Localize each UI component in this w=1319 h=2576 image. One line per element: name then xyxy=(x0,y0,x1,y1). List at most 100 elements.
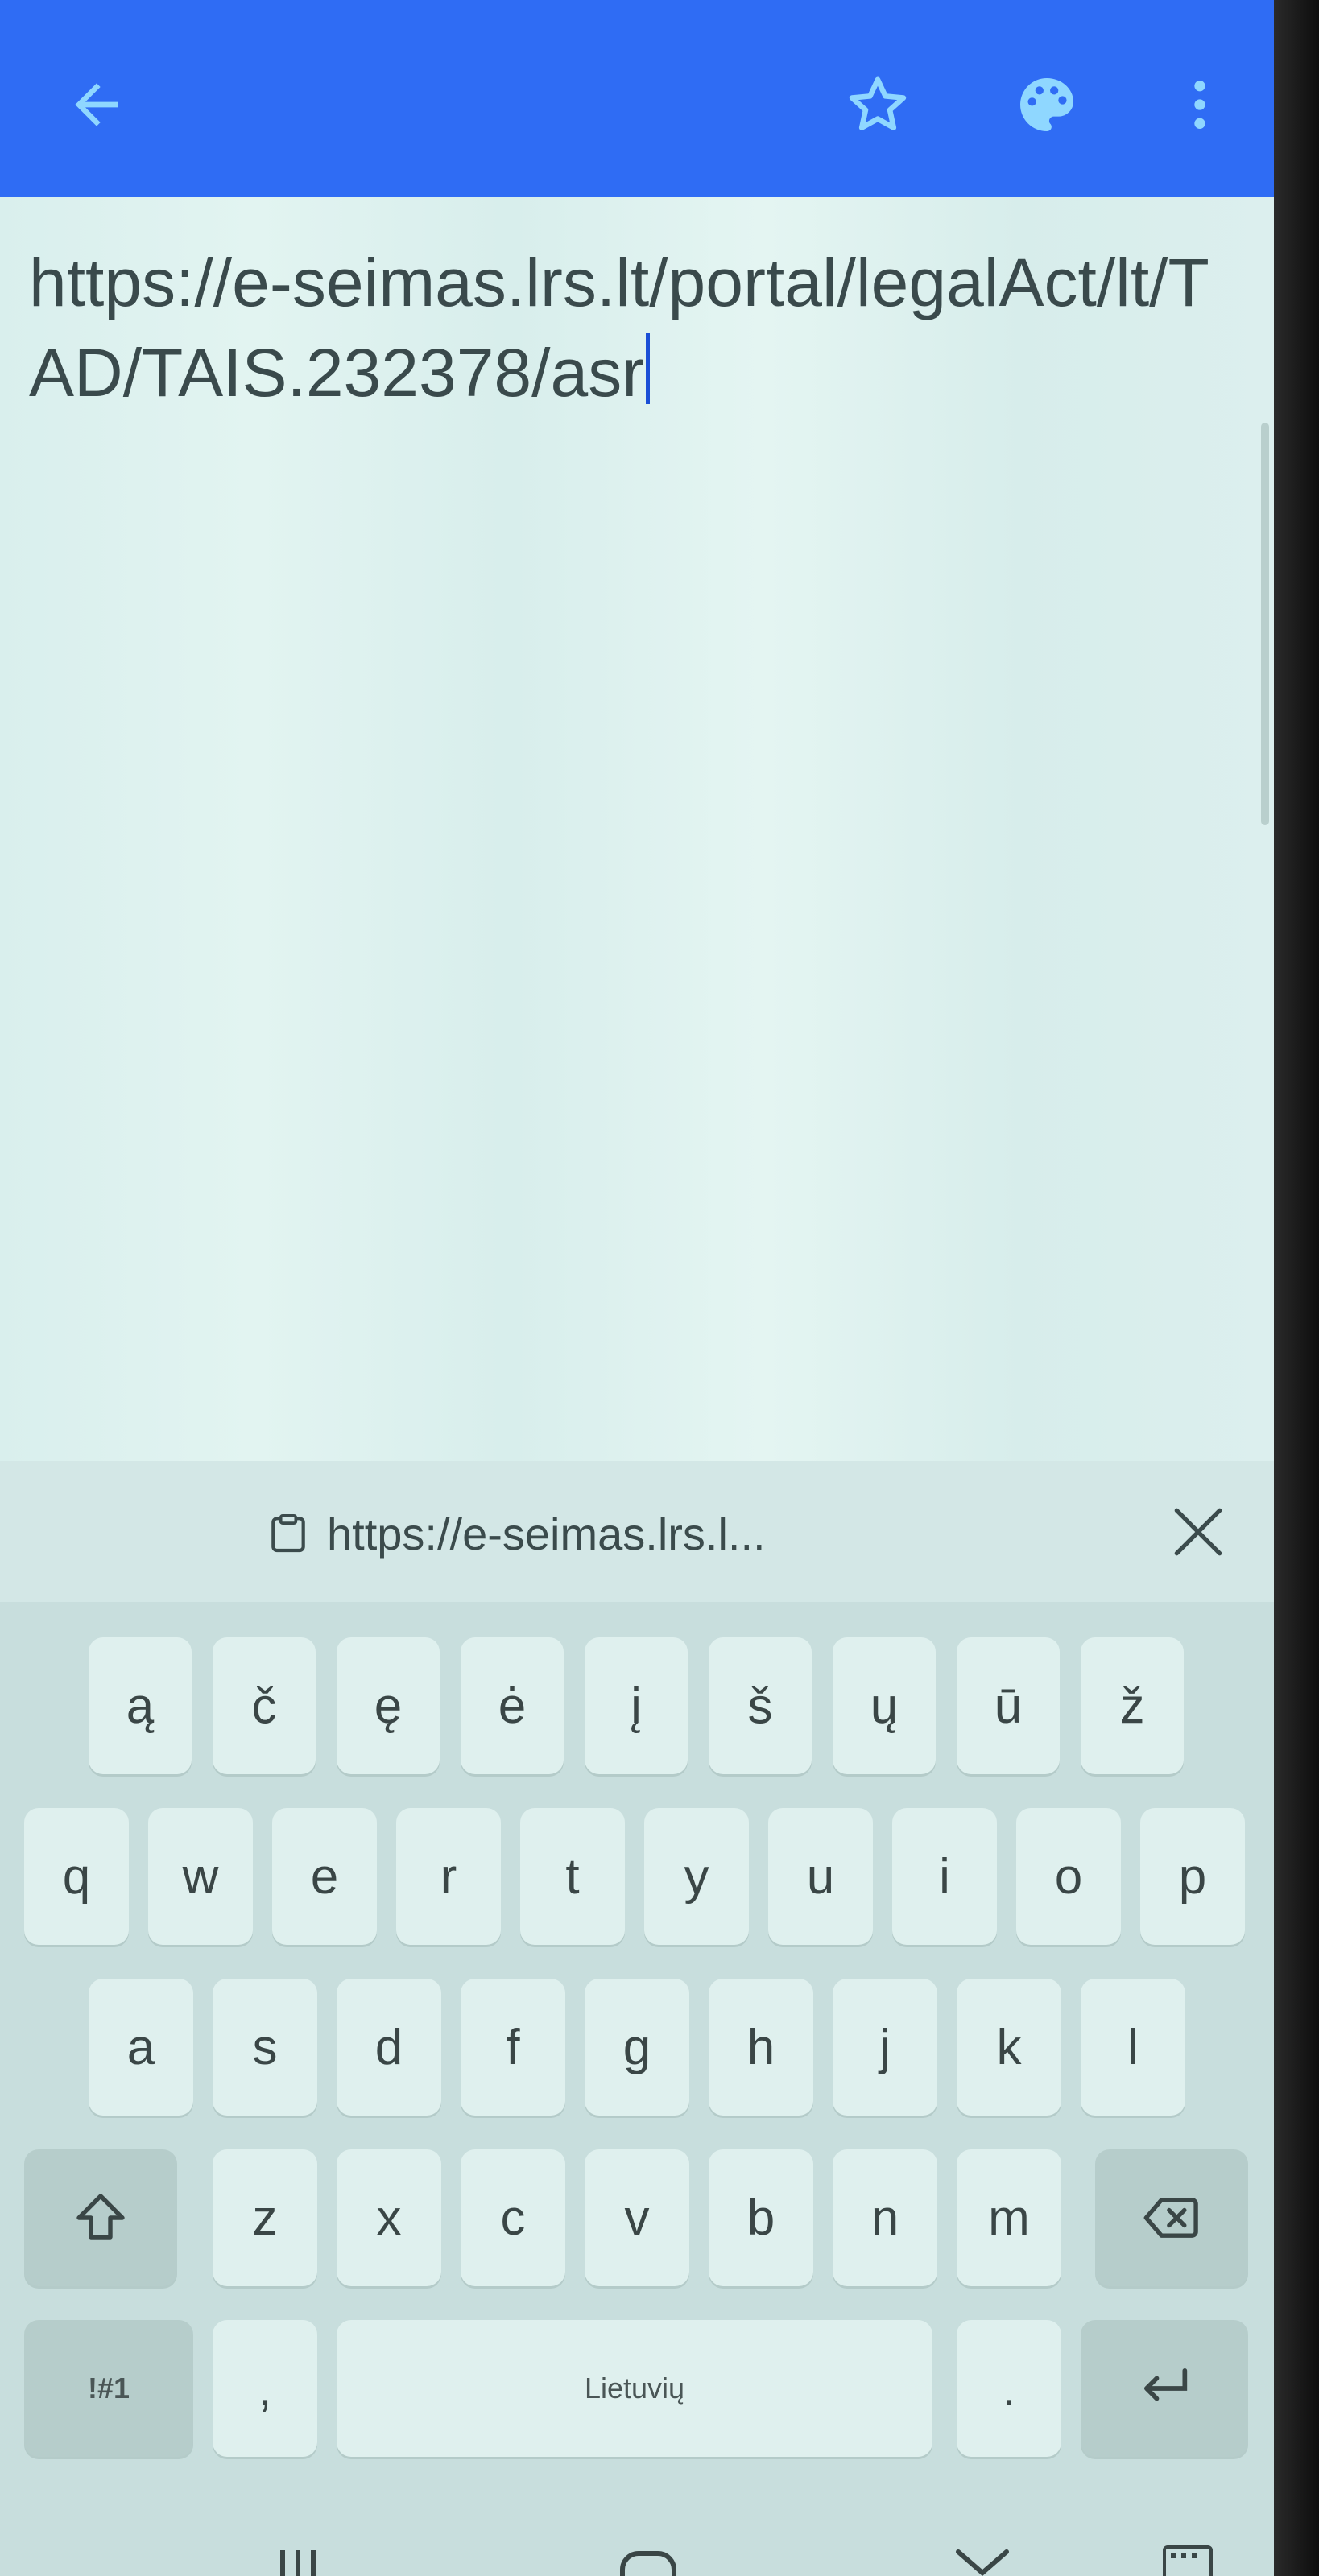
key-letter[interactable]: h xyxy=(709,1979,813,2116)
key-lt[interactable]: ę xyxy=(337,1637,440,1774)
key-lt[interactable]: č xyxy=(213,1637,316,1774)
close-suggestion-button[interactable] xyxy=(1160,1493,1237,1571)
key-lt[interactable]: ė xyxy=(461,1637,564,1774)
space-key[interactable]: Lietuvių xyxy=(337,2320,932,2457)
keyboard-switch-icon[interactable] xyxy=(1160,2536,1216,2576)
key-label: !#1 xyxy=(87,2372,130,2405)
key-label: v xyxy=(624,2190,650,2246)
comma-key[interactable]: , xyxy=(213,2320,317,2457)
backspace-icon xyxy=(1143,2198,1198,2238)
key-letter[interactable]: w xyxy=(148,1808,253,1945)
period-key[interactable]: . xyxy=(957,2320,1061,2457)
key-letter[interactable]: i xyxy=(892,1808,997,1945)
phone-bezel xyxy=(1274,0,1319,2576)
key-lt[interactable]: ą xyxy=(89,1637,192,1774)
key-label: j xyxy=(879,2019,891,2075)
key-label: b xyxy=(746,2190,775,2246)
key-label: w xyxy=(182,1848,219,1905)
key-label: ę xyxy=(374,1678,403,1734)
key-letter[interactable]: e xyxy=(272,1808,377,1945)
key-letter[interactable]: c xyxy=(461,2149,565,2286)
key-label: š xyxy=(747,1678,773,1734)
clipboard-suggestion[interactable]: https://e-seimas.lrs.l... xyxy=(266,1493,766,1574)
key-label: ž xyxy=(1119,1678,1145,1734)
key-lt[interactable]: ų xyxy=(833,1637,936,1774)
key-letter[interactable]: y xyxy=(644,1808,749,1945)
key-label: k xyxy=(996,2019,1022,2075)
key-letter[interactable]: u xyxy=(768,1808,873,1945)
key-label: s xyxy=(252,2019,278,2075)
theme-button[interactable] xyxy=(1007,64,1087,145)
key-label: g xyxy=(622,2019,651,2075)
key-label: x xyxy=(376,2190,402,2246)
text-editor[interactable]: https://e-seimas.lrs.lt/portal/legalAct/… xyxy=(0,197,1274,1461)
key-letter[interactable]: t xyxy=(520,1808,625,1945)
star-outline-icon xyxy=(849,76,907,130)
key-label: f xyxy=(506,2019,520,2075)
key-letter[interactable]: q xyxy=(24,1808,129,1945)
key-letter[interactable]: a xyxy=(89,1979,193,2116)
key-label: ė xyxy=(498,1678,527,1734)
key-label: i xyxy=(939,1848,950,1905)
backspace-key[interactable] xyxy=(1095,2149,1248,2286)
key-label: Lietuvių xyxy=(584,2372,685,2405)
key-label: r xyxy=(440,1848,457,1905)
key-letter[interactable]: x xyxy=(337,2149,441,2286)
key-letter[interactable]: f xyxy=(461,1979,565,2116)
key-label: n xyxy=(870,2190,899,2246)
phone-screen: https://e-seimas.lrs.lt/portal/legalAct/… xyxy=(0,0,1274,2576)
key-label: m xyxy=(988,2190,1030,2246)
key-label: u xyxy=(806,1848,835,1905)
enter-key[interactable] xyxy=(1081,2320,1248,2457)
key-letter[interactable]: l xyxy=(1081,1979,1185,2116)
key-label: z xyxy=(252,2190,278,2246)
key-label: h xyxy=(746,2019,775,2075)
key-letter[interactable]: o xyxy=(1016,1808,1121,1945)
key-lt[interactable]: ū xyxy=(957,1637,1060,1774)
recent-apps-icon[interactable] xyxy=(274,2536,322,2576)
text-cursor xyxy=(646,333,651,404)
key-label: č xyxy=(251,1678,277,1734)
home-icon[interactable] xyxy=(616,2536,680,2576)
key-label: y xyxy=(684,1848,709,1905)
key-letter[interactable]: s xyxy=(213,1979,317,2116)
key-letter[interactable]: j xyxy=(833,1979,937,2116)
key-label: ū xyxy=(994,1678,1023,1734)
enter-icon xyxy=(1143,2368,1188,2401)
symbols-key[interactable]: !#1 xyxy=(24,2320,193,2457)
shift-key[interactable] xyxy=(24,2149,177,2286)
key-letter[interactable]: m xyxy=(957,2149,1061,2286)
key-letter[interactable]: r xyxy=(396,1808,501,1945)
key-lt[interactable]: į xyxy=(585,1637,688,1774)
key-label: d xyxy=(374,2019,403,2075)
key-letter[interactable]: z xyxy=(213,2149,317,2286)
key-label: c xyxy=(500,2190,526,2246)
arrow-left-icon xyxy=(75,83,118,126)
key-lt[interactable]: š xyxy=(709,1637,812,1774)
back-nav-icon[interactable] xyxy=(950,2536,1015,2576)
system-navigation-bar xyxy=(0,2536,1274,2576)
key-letter[interactable]: g xyxy=(585,1979,689,2116)
key-letter[interactable]: p xyxy=(1140,1808,1245,1945)
favorite-button[interactable] xyxy=(837,64,918,145)
key-label: p xyxy=(1178,1848,1207,1905)
overflow-menu-button[interactable] xyxy=(1160,64,1240,145)
key-letter[interactable]: k xyxy=(957,1979,1061,2116)
key-label: ų xyxy=(870,1678,899,1734)
scrollbar[interactable] xyxy=(1261,423,1269,825)
on-screen-keyboard: ą č ę ė į š ų ū ž q w e r t y u i o p a … xyxy=(0,1602,1274,2576)
key-letter[interactable]: d xyxy=(337,1979,441,2116)
key-letter[interactable]: v xyxy=(585,2149,689,2286)
key-label: . xyxy=(1002,2360,1016,2417)
key-label: l xyxy=(1127,2019,1139,2075)
key-letter[interactable]: n xyxy=(833,2149,937,2286)
clipboard-suggestion-text: https://e-seimas.lrs.l... xyxy=(327,1508,766,1559)
url-text-field[interactable]: https://e-seimas.lrs.lt/portal/legalAct/… xyxy=(29,237,1237,418)
palette-icon xyxy=(1020,78,1073,131)
key-lt[interactable]: ž xyxy=(1081,1637,1184,1774)
more-vert-icon xyxy=(1194,80,1205,129)
back-button[interactable] xyxy=(56,64,137,145)
key-letter[interactable]: b xyxy=(709,2149,813,2286)
clipboard-icon xyxy=(271,1513,305,1553)
key-label: , xyxy=(258,2360,272,2417)
